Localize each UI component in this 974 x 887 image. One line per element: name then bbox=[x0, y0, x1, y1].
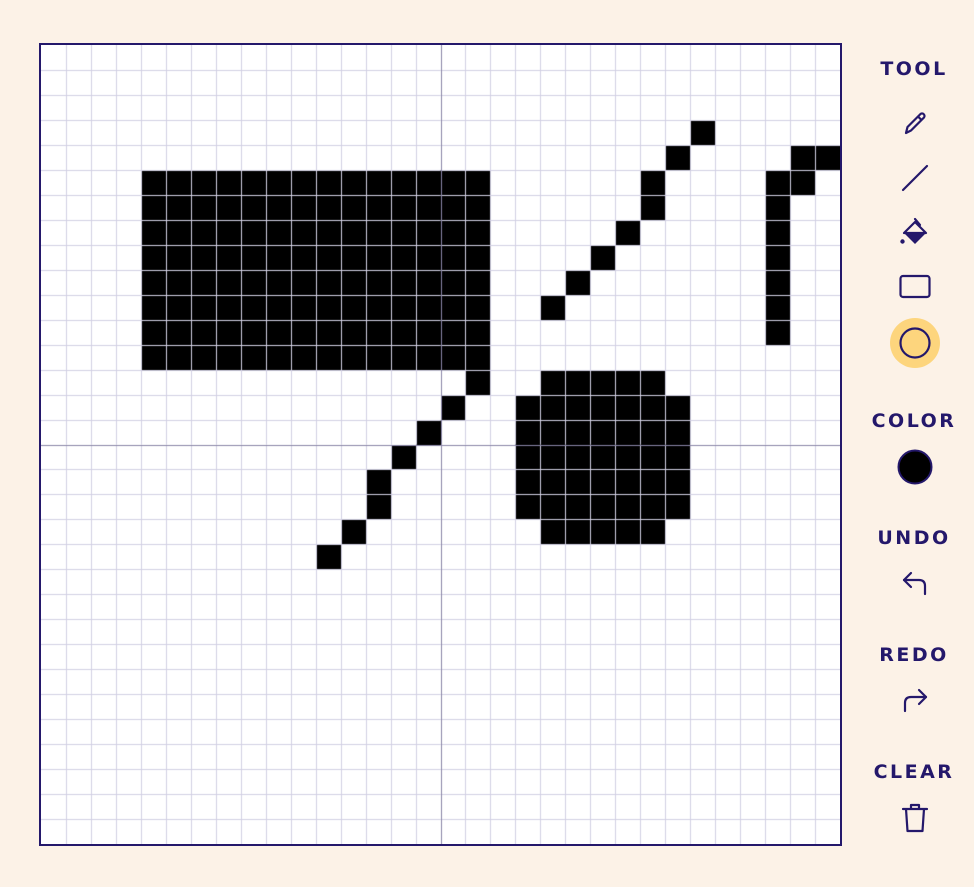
rectangle-icon bbox=[899, 274, 931, 299]
rectangle-tool-button[interactable] bbox=[890, 262, 940, 312]
clear-button[interactable] bbox=[890, 793, 940, 843]
drawing-canvas-frame bbox=[39, 43, 842, 846]
redo-button[interactable] bbox=[890, 675, 940, 725]
redo-icon bbox=[903, 688, 928, 713]
paint-bucket-icon bbox=[900, 217, 928, 244]
undo-button[interactable] bbox=[890, 558, 940, 608]
fill-tool-button[interactable] bbox=[890, 208, 940, 258]
color-picker-button[interactable] bbox=[890, 442, 940, 492]
undo-icon bbox=[902, 571, 927, 596]
color-section-label: COLOR bbox=[871, 410, 957, 432]
line-icon bbox=[901, 164, 929, 192]
pencil-tool-button[interactable] bbox=[890, 98, 940, 148]
pencil-icon bbox=[904, 112, 926, 135]
clear-section-label: CLEAR bbox=[873, 761, 955, 783]
redo-section-label: REDO bbox=[879, 644, 949, 666]
tool-section-label: TOOL bbox=[880, 58, 948, 80]
trash-icon bbox=[901, 803, 929, 833]
color-swatch-icon bbox=[897, 449, 933, 485]
line-tool-button[interactable] bbox=[890, 153, 940, 203]
circle-icon bbox=[899, 327, 931, 359]
toolbar: TOOL COLOR UNDO REDO CLEAR bbox=[854, 0, 974, 887]
pixel-canvas[interactable] bbox=[41, 45, 840, 844]
circle-tool-button[interactable] bbox=[890, 318, 940, 368]
undo-section-label: UNDO bbox=[877, 527, 951, 549]
